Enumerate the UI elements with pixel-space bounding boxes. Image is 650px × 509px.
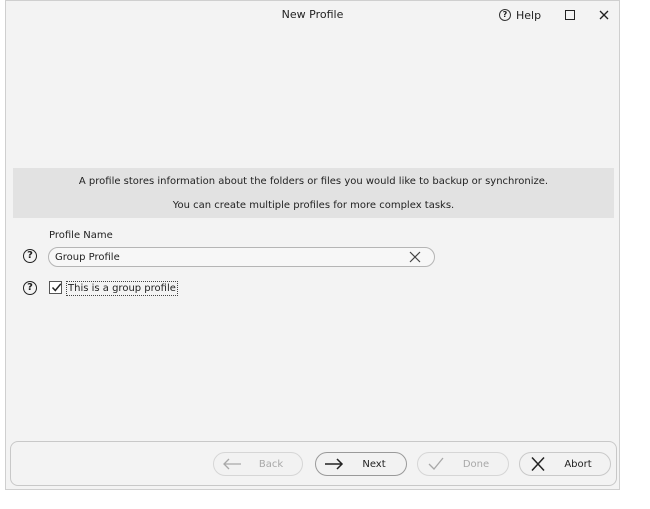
clear-input-button[interactable]: [408, 249, 424, 265]
back-button-label: Back: [258, 458, 284, 470]
question-circle-icon: ?: [499, 9, 511, 21]
abort-button-label: Abort: [564, 458, 592, 470]
profile-name-help-icon[interactable]: ?: [23, 249, 37, 263]
info-text-line-1: A profile stores information about the f…: [78, 176, 549, 187]
help-button[interactable]: ? Help: [499, 5, 541, 25]
group-profile-checkbox-label[interactable]: This is a group profile: [66, 281, 178, 296]
abort-button[interactable]: Abort: [519, 452, 611, 476]
title-bar: New Profile ? Help: [6, 1, 619, 29]
new-profile-window: New Profile ? Help A profile stores info…: [5, 0, 620, 490]
maximize-button[interactable]: [556, 5, 584, 25]
group-profile-help-icon[interactable]: ?: [23, 281, 37, 295]
close-window-button[interactable]: [590, 5, 618, 25]
info-panel: A profile stores information about the f…: [13, 168, 614, 218]
checkmark-icon: [428, 457, 444, 470]
back-button[interactable]: Back: [213, 452, 303, 476]
group-profile-checkbox[interactable]: [49, 281, 62, 294]
close-icon: [599, 10, 609, 20]
arrow-left-icon: [223, 458, 241, 470]
profile-name-label: Profile Name: [49, 230, 113, 241]
profile-name-input[interactable]: [48, 247, 435, 267]
next-button[interactable]: Next: [315, 452, 407, 476]
done-button-label: Done: [462, 458, 490, 470]
x-icon: [531, 457, 545, 471]
clear-x-icon: [409, 251, 421, 263]
checkmark-icon: [51, 283, 62, 292]
done-button[interactable]: Done: [417, 452, 509, 476]
maximize-icon: [565, 10, 575, 20]
info-text-line-2: You can create multiple profiles for mor…: [172, 200, 455, 211]
help-button-label: Help: [516, 8, 542, 22]
next-button-label: Next: [362, 458, 386, 470]
wizard-footer: Back Next Done Abort: [10, 441, 617, 486]
arrow-right-icon: [325, 458, 344, 470]
